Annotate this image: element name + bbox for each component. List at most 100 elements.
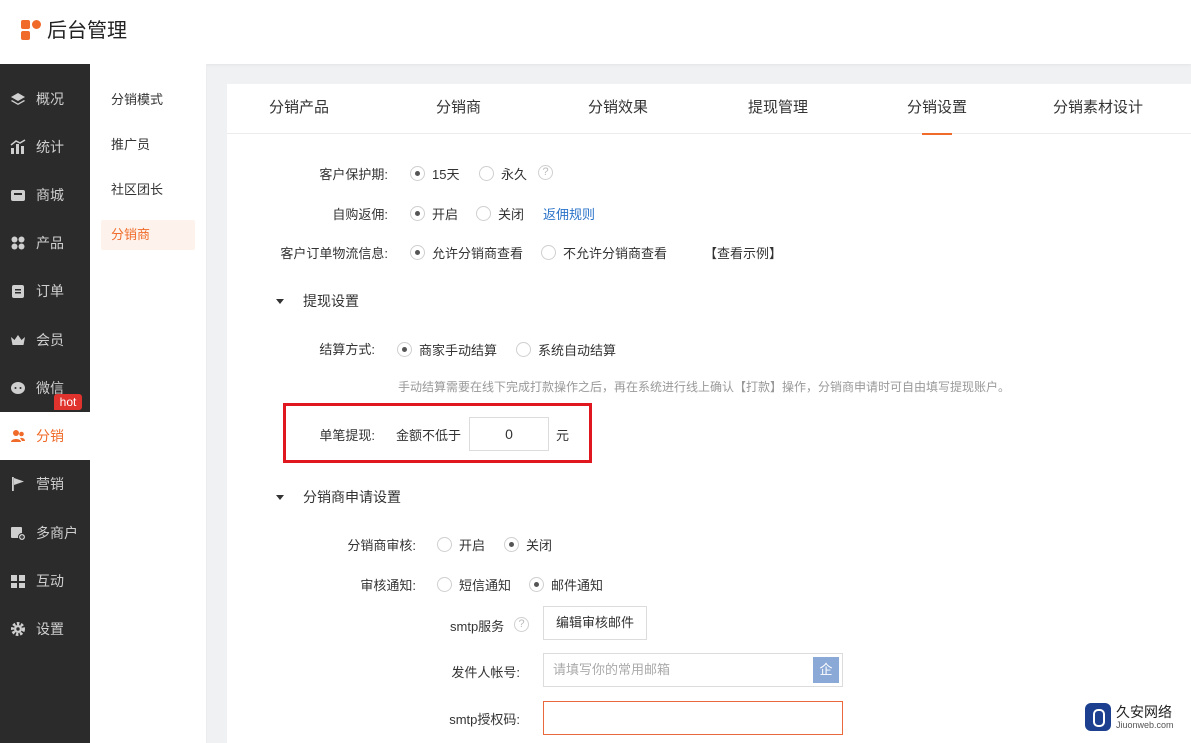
tab-distribution-products[interactable]: 分销产品	[269, 84, 329, 134]
logistics-deny-radio[interactable]: 不允许分销商查看	[541, 243, 667, 262]
radio-label: 商家手动结算	[419, 343, 498, 358]
logistics-allow-radio[interactable]: 允许分销商查看	[410, 243, 523, 262]
settlement-manual-radio[interactable]: 商家手动结算	[397, 340, 497, 359]
protection-label: 客户保护期:	[319, 167, 388, 182]
sidebar-item-label: 分销	[36, 428, 64, 444]
chat-icon	[10, 380, 26, 396]
protection-forever-radio[interactable]: 永久	[479, 164, 527, 183]
sidebar-item-0[interactable]: 概况	[0, 75, 90, 123]
subnav-item-mode[interactable]: 分销模式	[101, 85, 195, 115]
settlement-auto-radio[interactable]: 系统自动结算	[516, 340, 616, 359]
sender-email-input[interactable]: 请填写你的常用邮箱 企	[543, 653, 843, 687]
min-amount-prefix: 金额不低于	[396, 428, 462, 443]
radio-unchecked-icon	[541, 245, 556, 260]
unit-label: 元	[556, 428, 570, 443]
notice-sms-radio[interactable]: 短信通知	[437, 575, 511, 594]
tab-bar: 分销产品 分销商 分销效果 提现管理 分销设置 分销素材设计	[227, 84, 1191, 134]
sidebar-item-label: 营销	[36, 476, 64, 492]
self-rebate-off-radio[interactable]: 关闭	[476, 204, 524, 223]
tab-distributors[interactable]: 分销商	[436, 84, 481, 134]
sidebar-item-label: 订单	[36, 283, 64, 299]
sidebar-item-label: 互动	[36, 573, 64, 589]
radio-checked-icon	[504, 537, 519, 552]
watermark-url: Jiuonweb.com	[1116, 719, 1174, 730]
radio-label: 关闭	[498, 207, 525, 222]
edit-review-email-button[interactable]: 编辑审核邮件	[543, 606, 648, 640]
sidebar-item-9[interactable]: 多商户	[0, 509, 90, 557]
radio-label: 15天	[432, 167, 460, 182]
radio-unchecked-icon	[479, 166, 494, 181]
sidebar-item-3[interactable]: 产品	[0, 219, 90, 267]
rebate-rules-link[interactable]: 返佣规则	[543, 204, 595, 223]
sidebar-item-label: 商城	[36, 187, 64, 203]
logo-icon	[21, 18, 43, 40]
sidebar-item-1[interactable]: 统计	[0, 123, 90, 171]
sidebar-item-4[interactable]: 订单	[0, 267, 90, 315]
sidebar-item-label: 会员	[36, 332, 64, 348]
sidebar-item-5[interactable]: 会员	[0, 316, 90, 364]
help-icon[interactable]: ?	[538, 165, 553, 180]
review-off-radio[interactable]: 关闭	[504, 535, 552, 554]
sidebar-item-7[interactable]: 分销	[0, 412, 90, 460]
watermark-logo-icon	[1085, 703, 1111, 731]
product-icon	[10, 235, 26, 251]
help-icon[interactable]: ?	[514, 617, 529, 632]
radio-label: 关闭	[526, 538, 553, 553]
hot-badge: hot	[54, 394, 82, 410]
app-title: 后台管理	[47, 20, 127, 42]
tab-material-design[interactable]: 分销素材设计	[1053, 84, 1143, 134]
radio-checked-icon	[410, 166, 425, 181]
tab-withdraw-management[interactable]: 提现管理	[748, 84, 808, 134]
radio-checked-icon	[397, 342, 412, 357]
settlement-hint: 手动结算需要在线下完成打款操作之后，再在系统进行线上确认【打款】操作，分销商申请…	[398, 380, 1011, 394]
min-withdraw-input[interactable]: 0	[469, 417, 549, 451]
caret-down-icon	[276, 494, 284, 500]
review-on-radio[interactable]: 开启	[437, 535, 485, 554]
logo[interactable]: 后台管理	[21, 14, 127, 43]
sender-account-label: 发件人帐号:	[451, 665, 520, 680]
radio-checked-icon	[529, 577, 544, 592]
users-icon	[10, 428, 26, 444]
tab-distribution-effect[interactable]: 分销效果	[588, 84, 648, 134]
top-bar: 后台管理	[0, 0, 1191, 64]
review-notice-label: 审核通知:	[360, 578, 416, 593]
view-example-link[interactable]: 【查看示例】	[704, 243, 782, 262]
withdraw-settings-header[interactable]: 提现设置	[276, 291, 359, 311]
radio-label: 短信通知	[459, 578, 512, 593]
smtp-code-input[interactable]	[543, 701, 843, 735]
settlement-label: 结算方式:	[319, 342, 375, 357]
single-withdraw-label: 单笔提现:	[319, 428, 375, 443]
section-title: 分销商申请设置	[303, 489, 401, 505]
radio-checked-icon	[410, 206, 425, 221]
self-rebate-label: 自购返佣:	[332, 207, 388, 222]
protection-15days-radio[interactable]: 15天	[410, 164, 459, 183]
enterprise-icon[interactable]: 企	[813, 657, 839, 683]
sidebar-item-label: 设置	[36, 621, 64, 637]
layers-icon	[10, 91, 26, 107]
radio-label: 开启	[459, 538, 486, 553]
radio-label: 永久	[501, 167, 528, 182]
caret-down-icon	[276, 298, 284, 304]
multi-store-icon	[10, 525, 26, 541]
subnav-item-distributor[interactable]: 分销商	[101, 220, 195, 250]
sidebar-item-label: 产品	[36, 235, 64, 251]
subnav-item-community-leader[interactable]: 社区团长	[101, 175, 195, 205]
radio-label: 邮件通知	[551, 578, 604, 593]
radio-label: 系统自动结算	[538, 343, 617, 358]
sidebar-item-label: 多商户	[36, 525, 78, 541]
sidebar-item-10[interactable]: 互动	[0, 557, 90, 605]
tab-distribution-settings[interactable]: 分销设置	[907, 84, 967, 134]
subnav-item-promoter[interactable]: 推广员	[101, 130, 195, 160]
order-icon	[10, 283, 26, 299]
self-rebate-on-radio[interactable]: 开启	[410, 204, 458, 223]
notice-email-radio[interactable]: 邮件通知	[529, 575, 603, 594]
radio-label: 允许分销商查看	[432, 246, 524, 261]
sidebar-item-2[interactable]: 商城	[0, 171, 90, 219]
sidebar-item-label: 概况	[36, 91, 64, 107]
watermark: 久安网络 Jiuonweb.com	[1085, 703, 1174, 731]
sidebar-item-8[interactable]: 营销	[0, 460, 90, 508]
sidebar-item-11[interactable]: 设置	[0, 605, 90, 653]
radio-unchecked-icon	[437, 537, 452, 552]
apply-settings-header[interactable]: 分销商申请设置	[276, 487, 401, 507]
store-icon	[10, 187, 26, 203]
